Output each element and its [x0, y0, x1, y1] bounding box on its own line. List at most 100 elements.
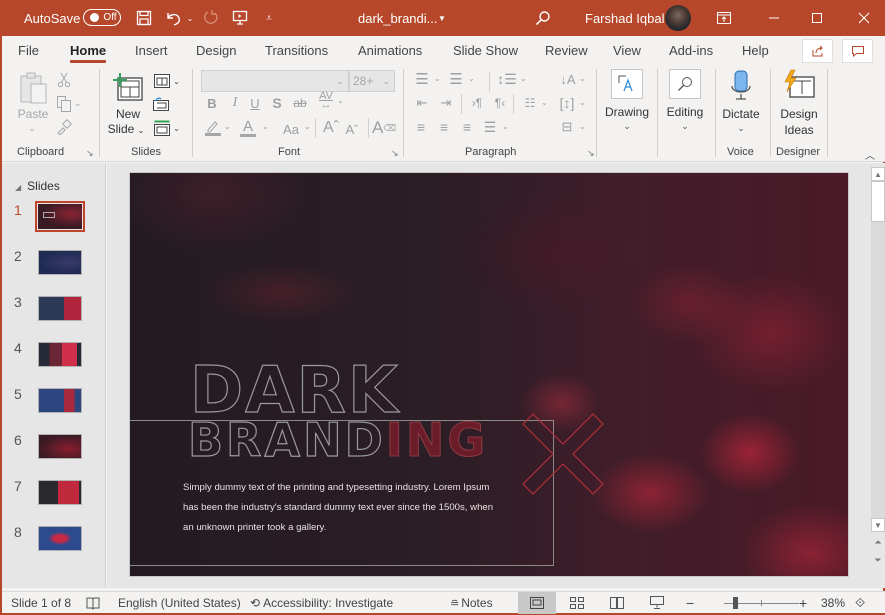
collapse-ribbon-icon[interactable]: ︿	[865, 147, 875, 162]
chevron-down-icon[interactable]: ⌄	[502, 122, 509, 131]
tab-home[interactable]: Home	[70, 36, 107, 64]
tab-view[interactable]: View	[613, 36, 641, 64]
line-spacing-icon[interactable]: ↕☰	[495, 70, 519, 88]
strikethrough-icon[interactable]: ab	[291, 95, 309, 111]
align-text-icon[interactable]: [↕]	[555, 92, 579, 114]
search-icon[interactable]	[533, 0, 553, 36]
chevron-down-icon[interactable]: ⌄	[520, 74, 527, 83]
bullets-icon[interactable]: ☰	[411, 70, 433, 88]
font-size-select[interactable]: 28+ ⌄	[349, 70, 395, 92]
zoom-level[interactable]: 38%	[821, 592, 845, 614]
paragraph-launcher-icon[interactable]: ↘	[587, 148, 595, 159]
align-center-icon[interactable]: ≡	[434, 118, 454, 136]
text-direction-icon[interactable]: ↓A	[557, 68, 579, 90]
scroll-down-button[interactable]: ▼	[871, 518, 885, 532]
present-from-start-icon[interactable]	[230, 0, 250, 36]
slideshow-view-button[interactable]	[638, 592, 676, 614]
next-slide-icon[interactable]: ⏷	[871, 553, 885, 567]
highlight-color-icon[interactable]	[203, 119, 223, 137]
slide-thumbnail-1[interactable]	[35, 201, 85, 232]
fit-to-window-icon[interactable]: ⟐	[855, 592, 865, 614]
tab-animations[interactable]: Animations	[358, 36, 422, 64]
slide-thumbnail-5[interactable]	[38, 388, 82, 413]
font-launcher-icon[interactable]: ↘	[391, 148, 399, 159]
maximize-icon[interactable]	[805, 0, 829, 36]
undo-icon[interactable]	[163, 0, 185, 36]
notes-button[interactable]: ≘ Notes	[450, 592, 493, 614]
customize-toolbar-icon[interactable]: ⩡	[260, 0, 278, 36]
numbering-icon[interactable]: ☰	[445, 70, 467, 88]
editing-button[interactable]: Editing	[660, 105, 710, 120]
slides-pane-header[interactable]: ◢ Slides	[15, 179, 60, 193]
rtl-icon[interactable]: ¶‹	[490, 94, 510, 112]
language-indicator[interactable]: English (United States)	[118, 592, 241, 614]
layout-button[interactable]: ⌄	[152, 72, 182, 90]
dictate-button[interactable]: Dictate	[717, 107, 765, 122]
tab-design[interactable]: Design	[196, 36, 236, 64]
justify-icon[interactable]: ☰	[480, 118, 500, 136]
avatar[interactable]	[665, 5, 691, 31]
tab-slide-show[interactable]: Slide Show	[453, 36, 518, 64]
copy-dropdown-icon[interactable]: ⌄	[74, 96, 82, 111]
reading-view-button[interactable]	[598, 592, 636, 614]
slide-thumbnail-4[interactable]	[38, 342, 82, 367]
vertical-scrollbar[interactable]: ▲ ▼ ⏶ ⏷	[870, 163, 885, 588]
format-painter-icon[interactable]	[55, 118, 73, 136]
tab-help[interactable]: Help	[742, 36, 769, 64]
section-button[interactable]: ⌄	[152, 119, 182, 137]
autosave-toggle[interactable]: Off	[83, 9, 121, 26]
increase-indent-icon[interactable]: ⇥	[435, 94, 457, 112]
scrollbar-thumb[interactable]	[871, 181, 885, 222]
italic-icon[interactable]: I	[228, 95, 242, 111]
chevron-down-icon[interactable]: ⌄	[579, 74, 586, 83]
tab-file[interactable]: File	[18, 36, 39, 64]
ltr-icon[interactable]: ›¶	[467, 94, 487, 112]
normal-view-button[interactable]	[518, 592, 556, 614]
slide-title-line1[interactable]: DARK	[189, 358, 400, 423]
tab-review[interactable]: Review	[545, 36, 588, 64]
bold-icon[interactable]: B	[205, 95, 219, 111]
accessibility-button[interactable]: ⟲ Accessibility: Investigate	[250, 592, 393, 614]
copy-icon[interactable]	[56, 95, 72, 113]
undo-dropdown-icon[interactable]: ⌄	[185, 0, 195, 36]
chevron-down-icon[interactable]: ⌄	[579, 98, 586, 107]
paste-button[interactable]: Paste	[17, 107, 49, 122]
chevron-down-icon[interactable]: ⌄	[434, 74, 441, 83]
slide-sorter-button[interactable]	[558, 592, 596, 614]
align-left-icon[interactable]: ≡	[411, 118, 431, 136]
slide-canvas[interactable]: DARK BRANDING Simply dummy text of the p…	[129, 172, 849, 577]
spelling-check-icon[interactable]	[86, 592, 100, 614]
character-spacing-icon[interactable]: AV ↔	[314, 91, 338, 111]
zoom-out-button[interactable]: −	[686, 592, 694, 614]
user-name[interactable]: Farshad Iqbal	[585, 0, 665, 36]
share-button[interactable]	[802, 39, 833, 63]
ribbon-display-options-icon[interactable]	[713, 0, 735, 36]
slide-thumbnail-3[interactable]	[38, 296, 82, 321]
chevron-down-icon[interactable]: ⌄	[337, 96, 344, 105]
change-case-icon[interactable]: Aa	[278, 121, 304, 137]
drawing-button[interactable]: Drawing	[602, 105, 652, 120]
text-shadow-icon[interactable]: S	[270, 95, 284, 111]
decrease-font-size-icon[interactable]: Aˇ	[344, 121, 360, 137]
zoom-slider-thumb[interactable]	[733, 597, 739, 609]
decrease-indent-icon[interactable]: ⇤	[411, 94, 433, 112]
reset-slide-icon[interactable]	[152, 95, 170, 113]
tab-transitions[interactable]: Transitions	[265, 36, 328, 64]
design-ideas-button[interactable]: Design	[777, 107, 821, 122]
slide-thumbnail-2[interactable]	[38, 250, 82, 275]
chevron-down-icon[interactable]: ⌄	[617, 119, 637, 134]
cut-icon[interactable]	[56, 72, 72, 88]
chevron-down-icon[interactable]: ⌄	[468, 74, 475, 83]
tab-add-ins[interactable]: Add-ins	[669, 36, 713, 64]
minimize-icon[interactable]	[762, 0, 786, 36]
slide-thumbnail-8[interactable]	[38, 526, 82, 551]
font-color-icon[interactable]: A	[239, 118, 257, 138]
columns-icon[interactable]: ☷	[520, 94, 540, 112]
smartart-icon[interactable]: ⊟	[555, 118, 579, 136]
slide-thumbnail-7[interactable]	[38, 480, 82, 505]
comments-button[interactable]	[842, 39, 873, 63]
font-name-select[interactable]: ⌄	[201, 70, 349, 92]
chevron-down-icon[interactable]: ⌄	[304, 122, 311, 131]
new-slide-button[interactable]: New	[110, 107, 146, 122]
slide-body-text[interactable]: Simply dummy text of the printing and ty…	[183, 478, 503, 538]
